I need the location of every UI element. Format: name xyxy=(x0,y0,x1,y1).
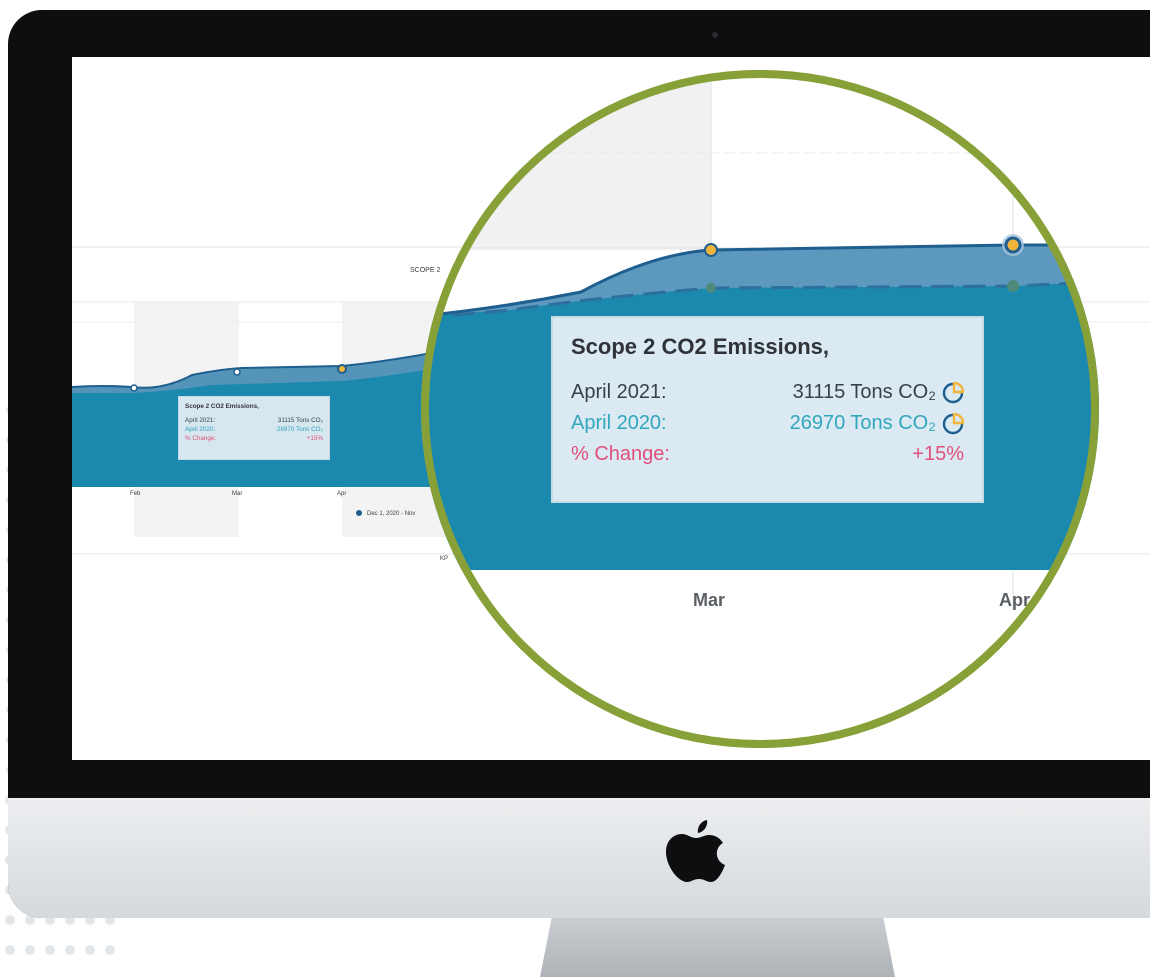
row-value: 31115 Tons CO₂ xyxy=(792,381,936,403)
row-label: % Change: xyxy=(571,443,670,465)
data-point-mar-prev[interactable] xyxy=(706,283,716,293)
row-value: 31115 Tons CO₂ xyxy=(277,417,323,424)
row-value: 26970 Tons CO₂ xyxy=(789,412,936,434)
month-label: Feb xyxy=(130,491,141,497)
small-point[interactable] xyxy=(233,368,241,376)
row-value: 26970 Tons CO₂ xyxy=(276,426,323,433)
camera-icon xyxy=(712,32,718,38)
apple-logo-icon xyxy=(666,820,725,882)
small-chart-title: SCOPE 2 xyxy=(410,267,440,274)
tooltip-row-previous: April 2020: 26970 Tons CO₂ xyxy=(571,408,964,439)
row-label: April 2021: xyxy=(185,417,216,424)
row-value: +15% xyxy=(306,435,323,442)
row-value: +15% xyxy=(912,443,964,465)
small-point[interactable] xyxy=(130,384,138,392)
footer-label: KP xyxy=(440,556,448,562)
small-point[interactable] xyxy=(337,364,347,374)
row-label: April 2020: xyxy=(185,426,216,433)
small-tooltip: Scope 2 CO2 Emissions, April 2021: 31115 … xyxy=(178,396,330,460)
row-label: April 2020: xyxy=(571,412,667,434)
legend-dot xyxy=(356,510,362,516)
x-tick-label: Mar xyxy=(693,590,726,610)
legend-label: Dec 1, 2020 - Nov xyxy=(367,511,415,517)
row-label: April 2021: xyxy=(571,381,667,403)
tooltip-zoomed: Scope 2 CO2 Emissions, April 2021: 31115… xyxy=(551,316,984,503)
data-point-apr-active[interactable] xyxy=(1004,236,1022,254)
month-label: Apr xyxy=(337,491,346,497)
pie-chart-icon xyxy=(942,412,964,434)
monitor-chin xyxy=(8,798,1150,918)
row-label: % Change: xyxy=(185,435,217,442)
tooltip-title: Scope 2 CO2 Emissions, xyxy=(571,334,829,359)
pie-chart-icon xyxy=(942,381,964,403)
small-tooltip-title: Scope 2 CO2 Emissions, xyxy=(185,403,259,410)
magnifier-circle: Mar Apr Scope 2 CO2 Emissions, April 202… xyxy=(421,70,1099,748)
data-point-mar[interactable] xyxy=(704,243,718,257)
data-point-apr-prev[interactable] xyxy=(1007,280,1019,292)
x-tick-label: Apr xyxy=(999,590,1030,610)
tooltip-row-current: April 2021: 31115 Tons CO₂ xyxy=(571,377,964,408)
tooltip-row-change: % Change: +15% xyxy=(571,439,964,470)
month-label: Mar xyxy=(232,491,242,497)
